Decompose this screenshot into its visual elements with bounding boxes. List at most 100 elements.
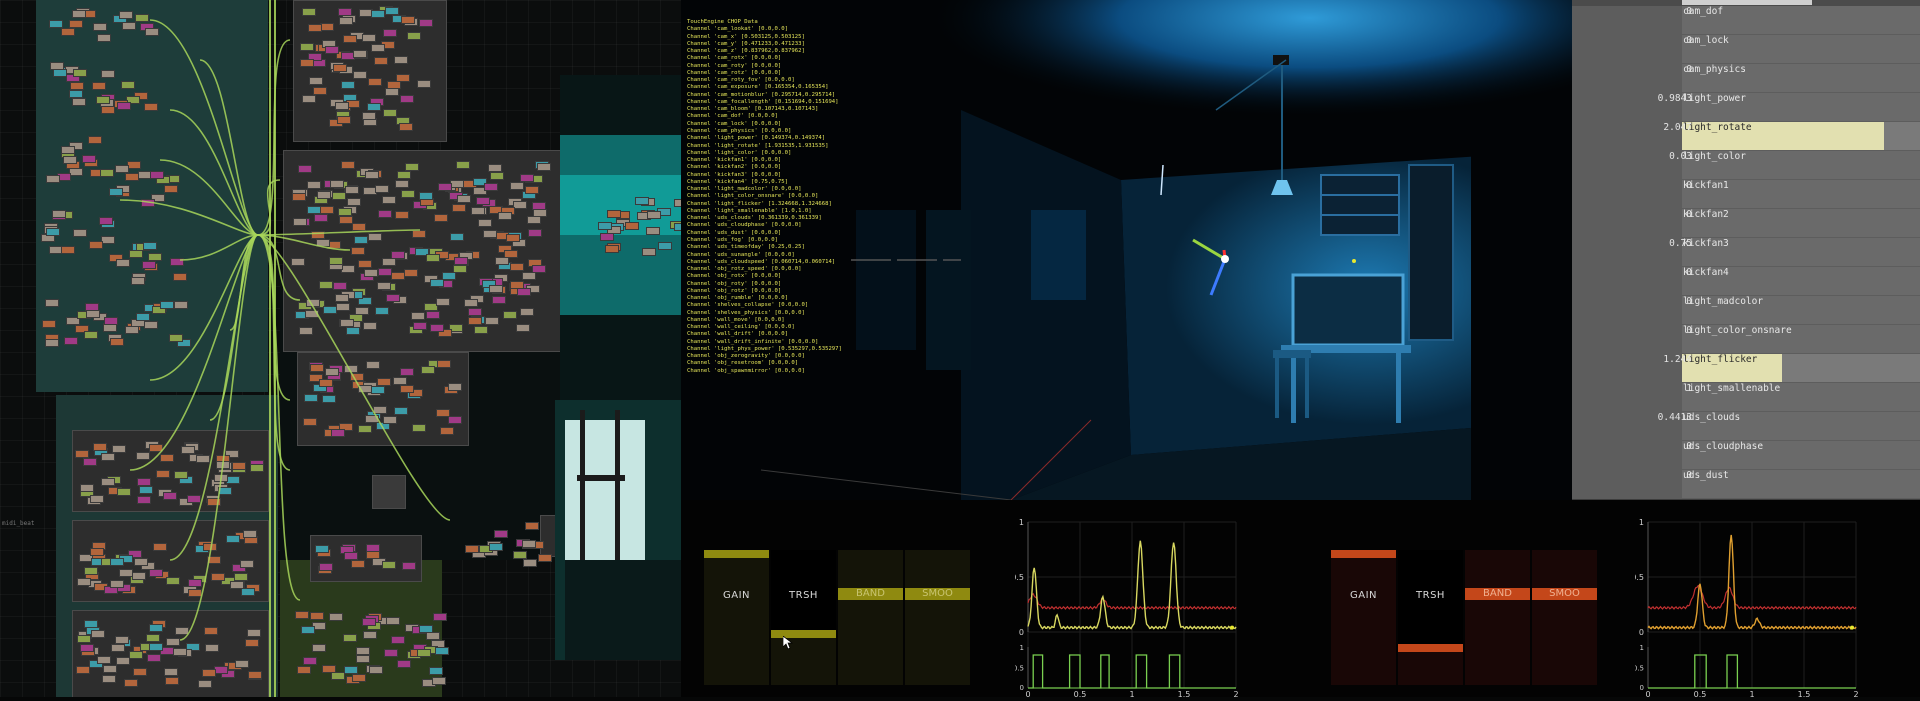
chop-data-title: TouchEngine CHOP Data (687, 19, 758, 25)
band-label: BAND (1465, 588, 1530, 600)
param-value[interactable]: 0.03 (1602, 151, 1692, 180)
chop-channel-line: Channel 'obj_resetroom' [0.0,0.0] (687, 360, 799, 367)
param-value[interactable]: 0 (1602, 180, 1692, 209)
param-row-light-smallenable[interactable]: 1 light_smallenable (1572, 383, 1920, 413)
param-row-cam-dof[interactable]: 0 cam_dof (1572, 6, 1920, 36)
param-row-cam-physics[interactable]: 0 cam_physics (1572, 64, 1920, 94)
graph-small-y-label: 1 (1640, 644, 1644, 652)
graph-end-marker (1230, 625, 1234, 630)
param-value[interactable]: 0 (1602, 6, 1692, 35)
network-wire (257, 179, 281, 236)
param-row-kickfan2[interactable]: 0 kickfan2 (1572, 209, 1920, 239)
graph-x-label: 0 (1645, 690, 1650, 697)
param-value[interactable]: 1 (1602, 383, 1692, 412)
param-row-uds-cloudphase[interactable]: 0 uds_cloudphase (1572, 441, 1920, 471)
param-value[interactable]: 0 (1602, 209, 1692, 238)
chop-channel-line: Channel 'cam_rotz' [0.0,0.0] (687, 69, 782, 76)
band-control[interactable]: BAND (1465, 550, 1530, 685)
chop-channel-line: Channel 'uds_cloudphase' [0.0,0.0] (687, 222, 802, 229)
chop-channel-line: Channel 'kickfan4' [0.75,0.75] (687, 178, 789, 185)
chop-channel-line: Channel 'cam_exposure' [0.165354,0.16535… (687, 84, 829, 91)
gain-control[interactable]: GAIN (704, 550, 769, 685)
chop-channel-line: Channel 'kickfan1' [0.0,0.0] (687, 157, 782, 164)
param-row-kickfan3[interactable]: 0.75 kickfan3 (1572, 238, 1920, 268)
trsh-control[interactable]: TRSH (1398, 550, 1463, 685)
trsh-control[interactable]: TRSH (771, 550, 836, 685)
param-row-light-power[interactable]: 0.9843 light_power (1572, 93, 1920, 123)
param-name: light_rotate (1683, 122, 1752, 133)
gain-level-bar[interactable] (704, 550, 769, 558)
right-audio-graph: 10.5010.5000.511.52 (1631, 510, 1870, 699)
param-row-cam-lock[interactable]: 0 cam_lock (1572, 35, 1920, 65)
param-value[interactable]: 0 (1602, 470, 1692, 499)
chop-channel-line: Channel 'uds_clouds' [0.361339,0.361339] (687, 215, 822, 222)
threshold-level-bar[interactable] (1398, 644, 1463, 652)
param-name: light_power (1683, 93, 1746, 104)
param-row-kickfan1[interactable]: 0 kickfan1 (1572, 180, 1920, 210)
param-row-uds-clouds[interactable]: 0.4413 uds_clouds (1572, 412, 1920, 442)
param-value[interactable]: 0.9843 (1602, 93, 1692, 122)
chop-channel-line: Channel 'wall_move' [0.0,0.0] (687, 316, 785, 323)
param-row-light-madcolor[interactable]: 0 light_madcolor (1572, 296, 1920, 326)
gain-control[interactable]: GAIN (1331, 550, 1396, 685)
param-value[interactable]: 0 (1602, 35, 1692, 64)
left-graph-svg: 10.5010.5000.511.52 (1011, 518, 1238, 699)
smoo-label: SMOO (1532, 588, 1597, 600)
graph-y-label: 0 (1019, 628, 1024, 637)
network-wires (119, 0, 451, 697)
node-network-editor[interactable]: midi_beat (0, 0, 681, 697)
chop-channel-line: Channel 'obj_rotx' [0.0,0.0] (687, 273, 782, 280)
left-audio-graph: 10.5010.5000.511.52 (1011, 510, 1250, 699)
chop-channel-line: Channel 'wall_drift' [0.0,0.0] (687, 331, 789, 338)
smoo-control[interactable]: SMOO (905, 550, 970, 685)
graph-small-y-label: 0.5 (1015, 665, 1024, 673)
threshold-fill (1398, 652, 1463, 685)
param-value[interactable]: 0 (1602, 296, 1692, 325)
chop-channel-line: Channel 'cam_z' [0.837962,0.837962] (687, 48, 805, 55)
band-label: BAND (838, 588, 903, 600)
graph-x-label: 0.5 (1694, 690, 1707, 697)
parameter-panel[interactable]: 0 cam_dof 0 cam_lock 0 cam_physics 0.9843 light… (1572, 0, 1920, 500)
param-value[interactable]: 1.244 (1602, 354, 1692, 383)
param-value[interactable]: 0.4413 (1602, 412, 1692, 441)
chop-channel-line: Channel 'cam_motionblur' [0.295714,0.295… (687, 91, 836, 98)
graph-x-label: 1 (1129, 690, 1134, 697)
param-row-light-flicker[interactable]: 1.244 light_flicker (1572, 354, 1920, 384)
graph-x-label: 0 (1025, 690, 1030, 697)
param-value[interactable]: 0.75 (1602, 238, 1692, 267)
param-row-kickfan4[interactable]: 0 kickfan4 (1572, 267, 1920, 297)
graph-y-label: 1 (1639, 518, 1644, 527)
graph-y-label: 1 (1019, 518, 1024, 527)
param-value[interactable]: 2.047 (1602, 122, 1692, 151)
param-name: light_madcolor (1683, 296, 1764, 307)
trsh-label: TRSH (789, 590, 818, 601)
smoo-control[interactable]: SMOO (1532, 550, 1597, 685)
threshold-level-bar[interactable] (771, 630, 836, 638)
param-name: cam_physics (1683, 64, 1746, 75)
param-value[interactable]: 0 (1602, 267, 1692, 296)
gain-level-bar[interactable] (1331, 550, 1396, 558)
network-wire (257, 39, 291, 236)
param-value[interactable]: 0 (1602, 441, 1692, 470)
chop-channel-line: Channel 'cam_y' [0.471233,0.471233] (687, 40, 805, 47)
param-row-light-rotate[interactable]: 2.047 light_rotate (1572, 122, 1920, 152)
chop-channel-line: Channel 'light_power' [0.149374,0.149374… (687, 135, 826, 142)
chop-channel-line: Channel 'obj_rumble' [0.0,0.0] (687, 295, 789, 302)
param-row-uds-dust[interactable]: 0 uds_dust (1572, 470, 1920, 500)
param-row-light-color[interactable]: 0.03 light_color (1572, 151, 1920, 181)
chop-channel-line: Channel 'obj_rotz' [0.0,0.0] (687, 287, 782, 294)
smoo-label: SMOO (905, 588, 970, 600)
graph-y-label: 0.5 (1015, 573, 1024, 582)
chop-channel-line: Channel 'cam_bloom' [0.107143,0.107143] (687, 106, 819, 113)
band-control[interactable]: BAND (838, 550, 903, 685)
param-value[interactable]: 0 (1602, 325, 1692, 354)
network-wire (179, 234, 259, 641)
param-value[interactable]: 0 (1602, 64, 1692, 93)
chop-channel-line: Channel 'cam_roty' [0.0,0.0] (687, 62, 782, 69)
left-edge-label: midi_beat (2, 520, 35, 527)
graph-end-marker (1850, 625, 1854, 630)
param-row-light-color-onsnare[interactable]: 0 light_color_onsnare (1572, 325, 1920, 355)
param-name: cam_lock (1683, 35, 1729, 46)
chop-channel-line: Channel 'cam_lock' [0.0,0.0] (687, 120, 782, 127)
graph-x-label: 2 (1853, 690, 1858, 697)
